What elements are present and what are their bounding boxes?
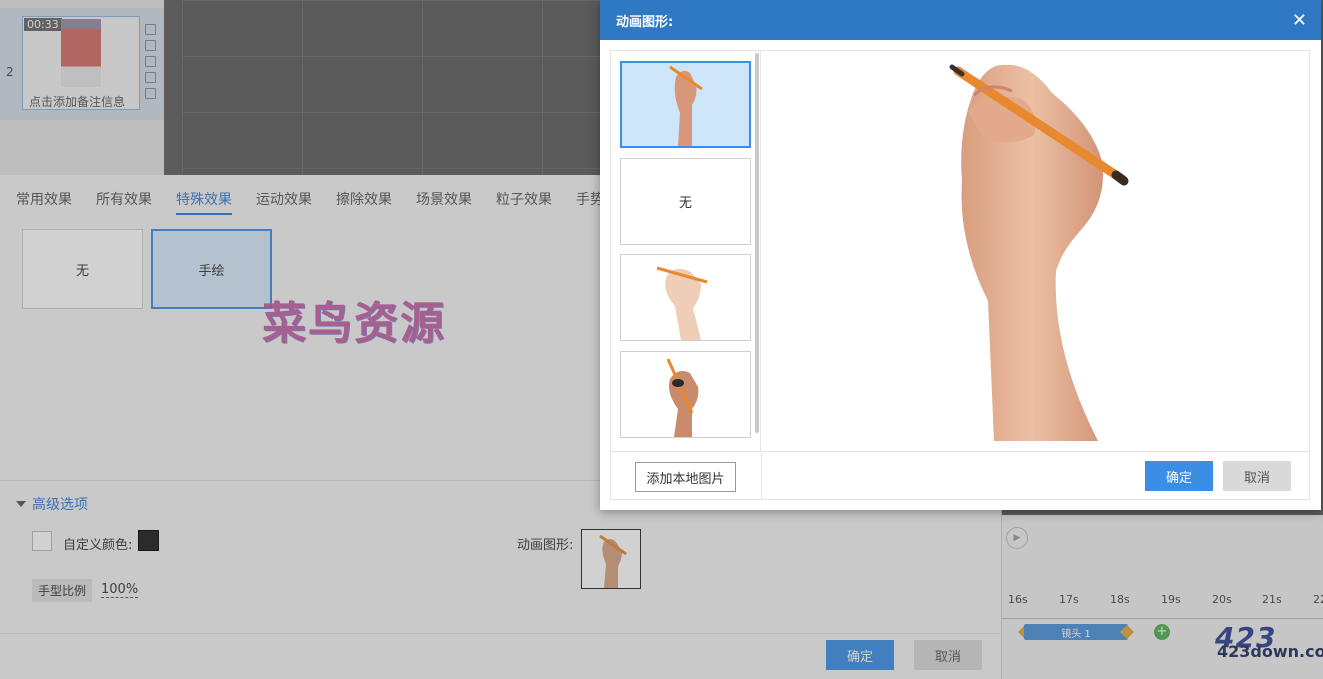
effect-tabs: 常用效果 所有效果 特殊效果 运动效果 擦除效果 场景效果 粒子效果 手势 [16, 189, 604, 215]
dialog-cancel-button[interactable]: 取消 [1223, 461, 1291, 491]
thumbnail-scrollbar[interactable] [755, 53, 759, 433]
hand-pencil-icon [656, 266, 707, 340]
time-tick: 18s [1110, 593, 1130, 606]
timeline: ▶ 16s 17s 18s 19s 20s 21s 22 镜头 1 + 423 … [1002, 515, 1323, 679]
effect-card-none[interactable]: 无 [22, 229, 143, 309]
advanced-options-header[interactable]: 高级选项 [16, 494, 88, 514]
caret-down-icon [16, 501, 26, 507]
hand-pencil-icon [666, 357, 698, 437]
hand-pencil-preview-icon [949, 64, 1129, 441]
dialog-title: 动画图形: [616, 14, 674, 30]
dialog-confirm-button[interactable]: 确定 [1145, 461, 1213, 491]
hand-pencil-icon [599, 534, 627, 588]
thumbnail-hand-1[interactable] [620, 61, 751, 148]
animation-shape-thumbnail[interactable] [581, 529, 641, 589]
time-tick: 20s [1212, 593, 1232, 606]
animation-preview [762, 51, 1309, 451]
add-lens-icon[interactable]: + [1154, 624, 1170, 640]
custom-color-label: 自定义颜色: [63, 538, 133, 553]
custom-color-swatch[interactable] [138, 530, 159, 551]
canvas-area [182, 0, 602, 175]
delete-icon[interactable] [145, 40, 156, 51]
close-icon[interactable]: ✕ [1292, 10, 1307, 31]
custom-color-checkbox[interactable] [32, 531, 52, 551]
slide-item[interactable]: 2 00:33 点击添加备注信息 [0, 8, 164, 120]
dialog-footer: 添加本地图片 确定 取消 [611, 451, 1309, 500]
thumbnail-hand-2[interactable] [620, 254, 751, 341]
add-local-image-button[interactable]: 添加本地图片 [635, 462, 736, 492]
play-icon[interactable]: ▶ [1006, 527, 1028, 549]
timeline-lens-clip[interactable]: 镜头 1 [1024, 624, 1128, 640]
slide-number: 2 [6, 65, 14, 79]
slide-duration: 00:33 [24, 18, 62, 31]
time-tick: 21s [1262, 593, 1282, 606]
time-tick: 19s [1161, 593, 1181, 606]
panel-footer: 确定 取消 [0, 633, 1002, 679]
advanced-options-title: 高级选项 [32, 497, 88, 513]
tab-particle-effects[interactable]: 粒子效果 [496, 189, 552, 215]
star-icon[interactable] [145, 88, 156, 99]
slide-tools [145, 24, 159, 104]
tab-wipe-effects[interactable]: 擦除效果 [336, 189, 392, 215]
dialog-body: 无 添加本地图片 确定 取消 [610, 50, 1310, 500]
site-logo-url: 423down.com [1217, 642, 1323, 661]
dialog-header: 动画图形: ✕ [600, 0, 1321, 40]
hand-pencil-icon [668, 65, 703, 146]
duplicate-icon[interactable] [145, 72, 156, 83]
timeline-ruler: 16s 17s 18s 19s 20s 21s 22 [1002, 591, 1323, 619]
thumbnail-list: 无 [611, 51, 761, 451]
footer-divider [761, 452, 762, 500]
slide-thumbnail[interactable]: 00:33 点击添加备注信息 [22, 16, 140, 110]
animation-shape-label: 动画图形: [517, 538, 574, 553]
time-tick: 22 [1313, 593, 1323, 606]
panel-cancel-button[interactable]: 取消 [914, 640, 982, 670]
slide-preview-image [61, 19, 101, 87]
time-tick: 16s [1008, 593, 1028, 606]
watermark-text: 菜鸟资源 [262, 298, 446, 349]
thumbnail-none[interactable]: 无 [620, 158, 751, 245]
copy-icon[interactable] [145, 24, 156, 35]
slide-strip: 2 00:33 点击添加备注信息 [0, 0, 164, 175]
animation-shape-dialog: 动画图形: ✕ 无 添加本地图片 确定 取消 [600, 0, 1321, 510]
tab-all-effects[interactable]: 所有效果 [96, 189, 152, 215]
tab-motion-effects[interactable]: 运动效果 [256, 189, 312, 215]
effect-card-hand-draw[interactable]: 手绘 [151, 229, 272, 309]
hand-scale-label: 手型比例 [32, 579, 93, 602]
hand-scale-value[interactable]: 100% [101, 582, 139, 598]
panel-confirm-button[interactable]: 确定 [826, 640, 894, 670]
tab-scene-effects[interactable]: 场景效果 [416, 189, 472, 215]
tab-common-effects[interactable]: 常用效果 [16, 189, 72, 215]
time-tick: 17s [1059, 593, 1079, 606]
thumbnail-hand-3[interactable] [620, 351, 751, 438]
tab-special-effects[interactable]: 特殊效果 [176, 189, 232, 215]
slide-note-placeholder[interactable]: 点击添加备注信息 [29, 93, 125, 110]
paste-icon[interactable] [145, 56, 156, 67]
